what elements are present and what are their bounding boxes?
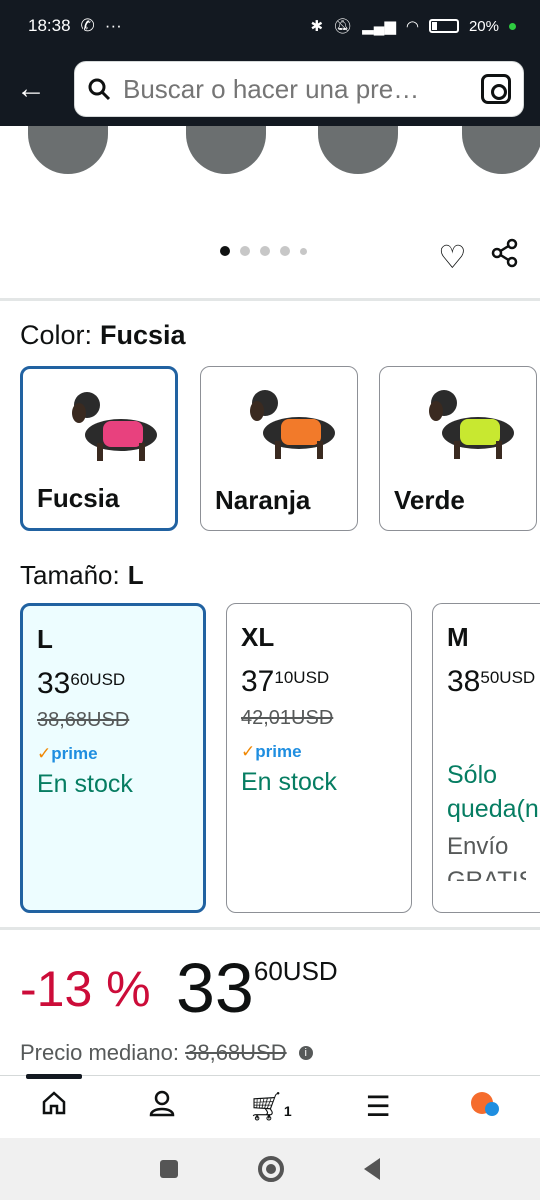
- size-label: Tamaño:: [20, 560, 120, 590]
- recent-apps-icon[interactable]: [160, 1160, 178, 1178]
- mute-icon: 🔕︎: [333, 18, 353, 35]
- home-button-icon[interactable]: [258, 1156, 284, 1182]
- dog-paw-image: [186, 126, 266, 174]
- color-heading: Color: Fucsia: [20, 320, 186, 351]
- size-option-shipping-free: GRATIS: [447, 866, 526, 881]
- prime-check-icon: ✓: [37, 744, 52, 763]
- size-option-name: L: [37, 624, 53, 654]
- color-option-verde[interactable]: Verde: [379, 366, 537, 531]
- size-option-l[interactable]: L 3360USD 38,68USD ✓prime En stock: [20, 603, 206, 913]
- nav-rufus[interactable]: [432, 1090, 540, 1123]
- gallery-dots: [220, 246, 307, 256]
- size-option-stock: En stock: [241, 768, 337, 796]
- signal-icon: ▂▄▆: [362, 18, 396, 35]
- discount-percent: -13 %: [20, 961, 151, 1017]
- battery-percent: 20%: [468, 17, 499, 35]
- dog-paw-image: [318, 126, 398, 174]
- back-icon[interactable]: [364, 1158, 380, 1180]
- wifi-icon: ◠: [405, 18, 419, 35]
- size-selected-value: L: [127, 560, 144, 590]
- share-icon[interactable]: [490, 238, 520, 268]
- battery-icon: [428, 19, 459, 33]
- bluetooth-icon: ✱: [310, 18, 324, 35]
- cart-count: 1: [283, 1103, 292, 1119]
- prime-badge: ✓prime: [241, 742, 302, 761]
- size-option-stock: En stock: [37, 770, 133, 798]
- size-option-name: M: [447, 622, 469, 652]
- nav-menu[interactable]: ☰: [324, 1090, 432, 1123]
- color-selected-value: Fucsia: [100, 320, 186, 350]
- heart-icon[interactable]: ♡: [438, 238, 467, 276]
- color-label: Color:: [20, 320, 93, 350]
- size-option-old-price: 42,01USD: [241, 707, 334, 729]
- median-price: Precio mediano: 38,68USD i: [20, 1040, 313, 1066]
- divider: [0, 927, 540, 930]
- whatsapp-icon: ✆: [80, 16, 95, 35]
- camera-search-icon[interactable]: [481, 74, 511, 104]
- search-icon: [88, 78, 111, 101]
- rufus-assistant-icon: [471, 1090, 501, 1116]
- search-header: ←: [0, 52, 540, 126]
- color-option-fucsia[interactable]: Fucsia: [20, 366, 178, 531]
- gallery-dot: [260, 246, 270, 256]
- bottom-nav: 🛒︎1 ☰: [0, 1074, 540, 1137]
- prime-check-icon: ✓: [241, 742, 256, 761]
- home-icon: [42, 1091, 66, 1115]
- nav-home[interactable]: [0, 1089, 108, 1124]
- dog-paw-image: [28, 126, 108, 174]
- dog-paw-image: [462, 126, 540, 174]
- search-box[interactable]: [74, 61, 524, 117]
- size-option-shipping: Envío: [447, 832, 509, 860]
- size-option-name: XL: [241, 622, 275, 652]
- dog-vest-image: [72, 392, 157, 461]
- main-price: 3360USD: [176, 949, 338, 1027]
- nav-active-indicator: [26, 1074, 82, 1079]
- median-price-label: Precio mediano:: [20, 1040, 179, 1065]
- product-image-gallery[interactable]: ♡: [0, 126, 540, 298]
- status-bar: 18:38 ✆ ··· ✱ 🔕︎ ▂▄▆ ◠ 20%: [0, 0, 540, 52]
- color-option-label: Fucsia: [37, 483, 120, 513]
- dog-vest-image: [250, 390, 335, 459]
- size-option-xl[interactable]: XL 3710USD 42,01USD ✓prime En stock: [226, 603, 412, 913]
- privacy-dot-icon: [509, 22, 516, 30]
- account-icon: [149, 1090, 175, 1117]
- divider: [0, 298, 540, 301]
- nav-cart[interactable]: 🛒︎1: [216, 1090, 324, 1123]
- gallery-dot: [280, 246, 290, 256]
- size-option-stock: Sólo queda(n: [447, 761, 539, 823]
- gallery-dot: [220, 246, 230, 256]
- size-heading: Tamaño: L: [20, 560, 144, 591]
- size-option-price: 3360USD: [37, 667, 126, 700]
- prime-badge: ✓prime: [37, 744, 98, 763]
- size-option-price: 3710USD: [241, 665, 330, 698]
- search-input[interactable]: [111, 73, 481, 105]
- more-notifications-icon: ···: [104, 16, 122, 35]
- back-arrow-icon[interactable]: ←: [16, 72, 56, 106]
- gallery-dot: [300, 247, 307, 255]
- median-price-value: 38,68USD: [185, 1040, 287, 1065]
- size-option-old-price: 38,68USD: [37, 709, 130, 731]
- dog-vest-image: [429, 390, 514, 459]
- menu-icon: ☰: [365, 1091, 391, 1122]
- android-nav-bar: [0, 1138, 540, 1200]
- cart-icon: 🛒︎: [248, 1091, 284, 1122]
- color-option-naranja[interactable]: Naranja: [200, 366, 358, 531]
- gallery-dot: [240, 246, 250, 256]
- status-time: 18:38: [28, 16, 71, 35]
- color-option-label: Naranja: [215, 485, 311, 515]
- nav-account[interactable]: [108, 1089, 216, 1124]
- size-option-m[interactable]: M 3850USD Sólo queda(n Envío GRATIS: [432, 603, 540, 913]
- color-option-label: Verde: [394, 485, 465, 515]
- size-option-price: 3850USD: [447, 665, 536, 698]
- info-icon[interactable]: i: [298, 1046, 313, 1060]
